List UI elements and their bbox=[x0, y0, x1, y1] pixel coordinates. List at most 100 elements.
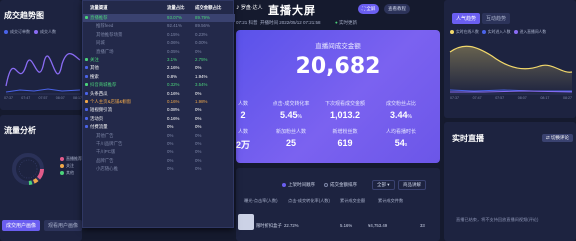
channel-share: 0.8% bbox=[167, 73, 178, 79]
table-cell: ¥4,753.49 bbox=[368, 223, 388, 228]
tab-interaction[interactable]: 互动趋势 bbox=[482, 13, 511, 24]
channel-share: 0% bbox=[167, 157, 174, 163]
trend-xtick: 07:37 bbox=[4, 96, 13, 100]
explain-button[interactable]: 商品讲解 bbox=[398, 180, 426, 190]
tab-popularity[interactable]: 人气趋势 bbox=[452, 13, 481, 24]
channel-share: 92.41% bbox=[167, 23, 182, 29]
channel-name: 千川PC版 bbox=[96, 149, 116, 155]
channel-gmv: 0% bbox=[195, 107, 202, 113]
product-thumbnail[interactable] bbox=[238, 214, 254, 230]
channel-row[interactable]: 短视频引流 0.08% 0% bbox=[83, 106, 235, 114]
channel-checkbox[interactable] bbox=[85, 142, 88, 145]
channel-gmv: 0% bbox=[195, 149, 202, 155]
channel-checkbox[interactable] bbox=[85, 100, 88, 103]
channel-checkbox[interactable] bbox=[85, 83, 88, 87]
popularity-xtick: 08:07 bbox=[517, 96, 527, 100]
tab-viewer-portrait[interactable]: 观看用户画像 bbox=[44, 220, 82, 231]
channel-checkbox[interactable] bbox=[85, 150, 88, 153]
tab-buyer-portrait[interactable]: 成交用户画像 bbox=[2, 220, 41, 231]
channel-gmv: 0% bbox=[195, 65, 202, 71]
trend-xtick: 07:57 bbox=[38, 96, 48, 100]
channel-gmv: 89.56% bbox=[195, 23, 210, 29]
open-time: 开播时间 2022/05/12 07:21:58 bbox=[260, 20, 321, 25]
channel-checkbox[interactable] bbox=[85, 159, 88, 162]
popularity-xtick: 07:47 bbox=[472, 96, 482, 100]
channel-row[interactable]: 头条西瓜 0.16% 0% bbox=[83, 90, 235, 98]
trend-xtick: 08:17 bbox=[73, 96, 82, 100]
popularity-panel: 人气趋势 互动趋势 实时在线人数 实时进入人数 进入直播间人数 07:37 07… bbox=[444, 0, 576, 118]
switch-comments-button[interactable]: ⇄ 切换评论 bbox=[542, 134, 574, 142]
channel-row[interactable]: 推荐feed 92.41% 89.56% bbox=[83, 22, 235, 30]
channel-row[interactable]: 千川PC版 0% 0% bbox=[83, 148, 235, 156]
legend-item-buyers[interactable]: 成交人数 bbox=[34, 29, 56, 35]
filter-all-button[interactable]: 全部 ▾ bbox=[372, 180, 395, 190]
channel-gmv: 0% bbox=[195, 90, 202, 96]
channel-checkbox[interactable] bbox=[85, 91, 88, 95]
legend-item[interactable]: 进入直播间人数 bbox=[513, 30, 546, 35]
live-title: 实时直播 bbox=[452, 134, 484, 143]
channel-row[interactable]: 小店随心推 0% 0% bbox=[83, 165, 235, 173]
channel-row[interactable]: 其他推荐场景 0.15% 0.23% bbox=[83, 31, 235, 39]
channel-share: 3.1% bbox=[167, 57, 178, 62]
channel-checkbox[interactable] bbox=[85, 125, 88, 129]
table-cell: 22.72% bbox=[284, 223, 299, 228]
table-cell: 33 bbox=[420, 223, 425, 228]
channel-checkbox[interactable] bbox=[85, 24, 88, 27]
channel-checkbox[interactable] bbox=[85, 33, 88, 36]
channel-checkbox[interactable] bbox=[85, 108, 88, 112]
channel-row[interactable]: 直播广场 0.05% 0% bbox=[83, 48, 235, 56]
channel-name: 个人主页&店铺&橱窗 bbox=[90, 99, 131, 104]
channel-checkbox[interactable] bbox=[85, 58, 88, 61]
channel-checkbox[interactable] bbox=[85, 16, 88, 19]
channel-name: 其他推荐场景 bbox=[96, 31, 123, 37]
trend-title: 成交趋势图 bbox=[4, 11, 44, 20]
channel-checkbox[interactable] bbox=[85, 66, 88, 70]
channel-name: 搜索 bbox=[90, 73, 99, 79]
gmv-label: 直播间成交金额 bbox=[315, 43, 361, 50]
channel-checkbox[interactable] bbox=[85, 116, 88, 120]
channel-checkbox[interactable] bbox=[85, 41, 88, 44]
kpi-value: 1,013.2 bbox=[329, 110, 361, 120]
channel-row[interactable]: 活动页 0.16% 0% bbox=[83, 115, 235, 123]
sort-by-gmv[interactable]: 成交金额排序 bbox=[324, 182, 357, 188]
channel-name: 小店随心推 bbox=[96, 166, 118, 172]
channel-row[interactable]: 搜索 0.8% 1.94% bbox=[83, 73, 235, 81]
kpi-value: 619 bbox=[337, 138, 353, 148]
channel-row[interactable]: 抖音商城推荐 0.32% 3.54% bbox=[83, 81, 235, 89]
channel-name: 抖音商城推荐 bbox=[90, 82, 117, 88]
channel-name: 品牌广告 bbox=[96, 157, 114, 163]
sort-by-shelf-time[interactable]: 上架时间顺序 bbox=[282, 182, 315, 188]
legend-item[interactable]: 实时在线人数 bbox=[450, 30, 479, 35]
legend-item[interactable]: 实时进入人数 bbox=[481, 30, 511, 35]
channel-share: 0% bbox=[167, 124, 174, 130]
channel-row[interactable]: 其他 2.16% 0% bbox=[83, 64, 235, 72]
channel-popover: 流量渠道 流量占比 成交金额占比 直播推荐 93.07% 89.79% 推荐feed 9… bbox=[82, 0, 235, 228]
product-name[interactable]: 限时折扣盒子 bbox=[256, 223, 282, 229]
flow-panel: 流量分析 直播推荐 关注 其他 成交用户画像 观看用户画像 bbox=[0, 115, 82, 241]
legend-item-orders[interactable]: 成交订单数 bbox=[4, 29, 30, 35]
channel-row[interactable]: 付费流量 0% 0% bbox=[83, 123, 235, 131]
channel-row[interactable]: 直播推荐 93.07% 89.79% bbox=[83, 14, 235, 22]
channel-row[interactable]: 千川品牌广告 0% 0% bbox=[83, 140, 235, 148]
channel-row[interactable]: 同城 0.06% 0.00% bbox=[83, 39, 235, 47]
table-header: 点击-成交转化率(人数) bbox=[288, 198, 330, 203]
channel-row[interactable]: 关注 3.1% 2.75% bbox=[83, 56, 235, 64]
page-title: 直播大屏 bbox=[268, 5, 316, 17]
kpi-value: 2 bbox=[240, 110, 246, 120]
channel-row[interactable]: 个人主页&店铺&橱窗 0.16% 1.98% bbox=[83, 98, 235, 106]
channel-checkbox[interactable] bbox=[85, 74, 88, 78]
channel-row[interactable]: 品牌广告 0% 0% bbox=[83, 157, 235, 165]
channel-name: 直播推荐 bbox=[90, 15, 108, 20]
channel-name: 头条西瓜 bbox=[90, 90, 108, 96]
channel-checkbox[interactable] bbox=[85, 50, 88, 53]
channel-row[interactable]: 其他广告 0% 0% bbox=[83, 132, 235, 140]
flow-legend-item: 关注 bbox=[60, 162, 82, 169]
channel-checkbox[interactable] bbox=[85, 167, 88, 170]
channel-gmv: 0% bbox=[195, 115, 202, 121]
channel-gmv: 3.54% bbox=[195, 82, 208, 88]
channel-checkbox[interactable] bbox=[85, 134, 88, 137]
kpi-label: 点击-成交转化率 bbox=[272, 101, 310, 107]
channel-gmv: 2.75% bbox=[195, 57, 208, 62]
fullscreen-button[interactable]: ⛶ 全屏 bbox=[358, 4, 380, 14]
tutorial-button[interactable]: 查看教程 bbox=[384, 4, 410, 14]
